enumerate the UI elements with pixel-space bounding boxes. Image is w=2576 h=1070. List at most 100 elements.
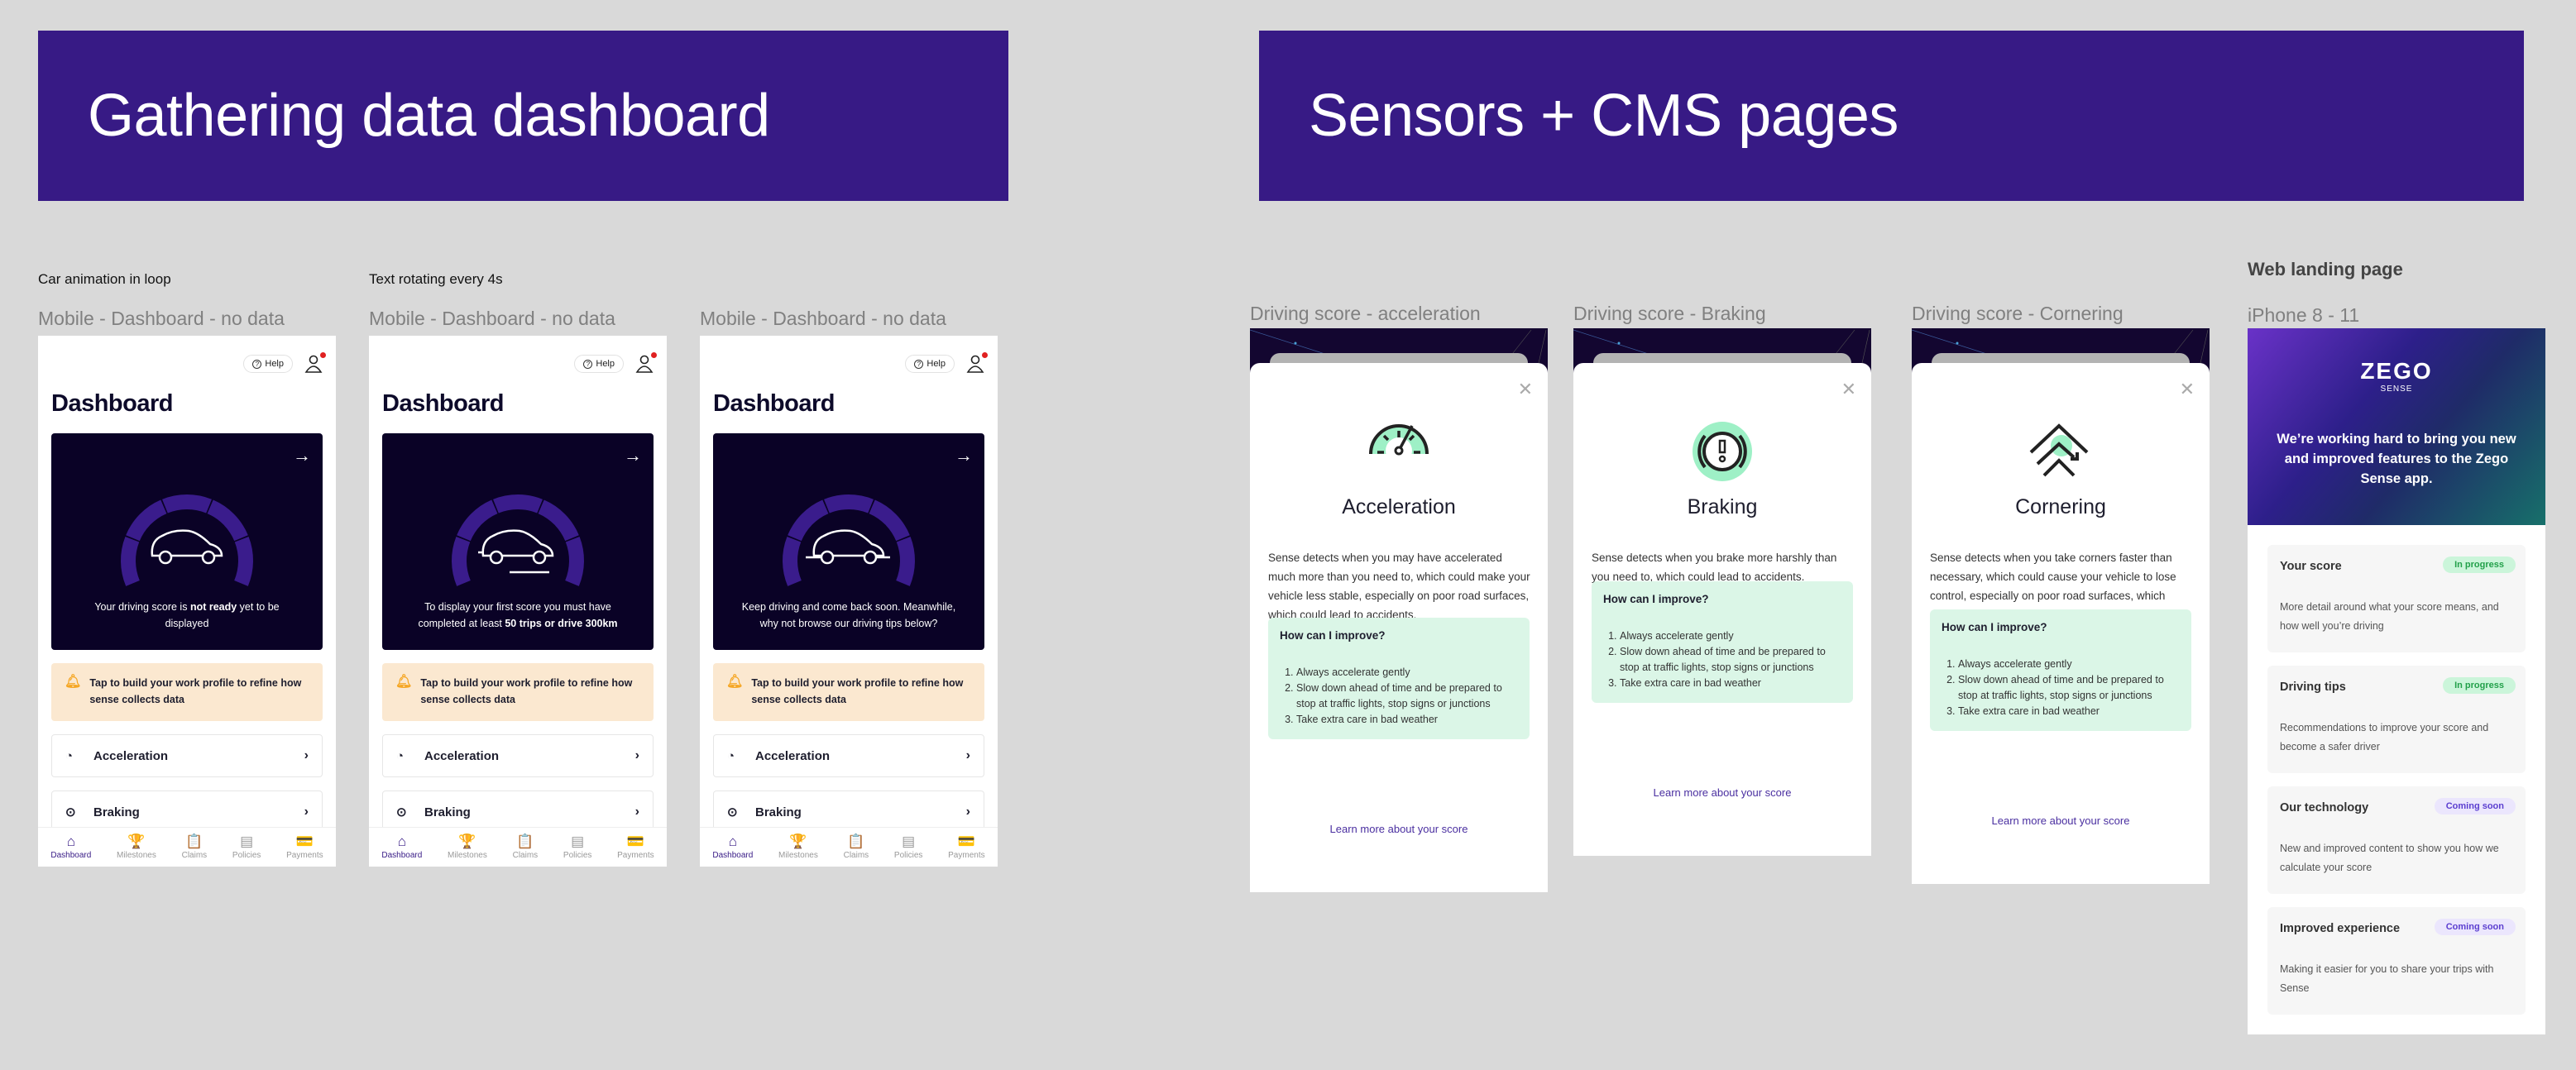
score-msg-text: Keep driving and come back soon. Meanwhi… [741, 601, 956, 629]
profile-button[interactable] [304, 352, 326, 374]
trophy-icon: 🏆 [789, 834, 807, 849]
gauge-segment [457, 499, 498, 542]
help-button[interactable]: ? Help [574, 355, 624, 373]
gauge-segment [452, 536, 471, 586]
tip-item: Always accelerate gently [1958, 657, 2180, 672]
tab-payments[interactable]: 💳 Payments [948, 834, 984, 861]
page-title: Dashboard [713, 390, 835, 417]
chevron-right-icon: › [634, 805, 639, 819]
close-icon[interactable]: ✕ [1841, 380, 1856, 399]
improve-title: How can I improve? [1942, 621, 2047, 633]
tab-policies[interactable]: ▤ Policies [232, 834, 261, 861]
improve-box: How can I improve? Always accelerate gen… [1930, 609, 2191, 731]
close-icon[interactable]: ✕ [1518, 380, 1533, 399]
work-profile-alert[interactable]: 🔔︎ Tap to build your work profile to refi… [713, 663, 984, 721]
feature-description: Recommendations to improve your score an… [2280, 722, 2489, 752]
dashboard-phone: ? Help Dashboard → Keep driving and come … [700, 336, 998, 867]
learn-more-link[interactable]: Learn more about your score [1250, 823, 1548, 835]
score-modal-frame: ✕ Braking Sense detects when you brake m… [1573, 328, 1871, 856]
gauge-segment [162, 494, 212, 514]
tip-item: Always accelerate gently [1296, 665, 1518, 681]
help-button[interactable]: ? Help [243, 355, 293, 373]
driving-score-card[interactable]: → Your driving score is not ready yet to… [51, 433, 323, 650]
tab-milestones[interactable]: 🏆 Milestones [448, 834, 487, 861]
gauge-segment [565, 536, 584, 586]
row-acceleration[interactable]: ◔ Acceleration › [382, 734, 654, 777]
score-msg-bold: 50 trips or drive 300km [505, 618, 618, 629]
tab-label: Dashboard [50, 851, 92, 860]
profile-button[interactable] [966, 352, 988, 374]
profile-button[interactable] [635, 352, 657, 374]
frame-label: Driving score - Braking [1573, 303, 1766, 324]
learn-more-link[interactable]: Learn more about your score [1912, 814, 2210, 827]
bell-icon: 🔔︎ [726, 675, 744, 689]
bell-icon: 🔔︎ [65, 675, 82, 689]
tab-dashboard[interactable]: ⌂ Dashboard [381, 834, 422, 861]
close-icon[interactable]: ✕ [2180, 380, 2195, 399]
logo-sub: SENSE [2380, 385, 2413, 394]
help-button[interactable]: ? Help [905, 355, 955, 373]
modal-description: Sense detects when you may have accelera… [1268, 552, 1530, 621]
help-label: Help [596, 359, 615, 369]
improve-box: How can I improve? Always accelerate gen… [1268, 618, 1530, 739]
policies-icon: ▤ [240, 834, 254, 849]
driving-score-card[interactable]: → To display your first score you must h… [382, 433, 654, 650]
tab-milestones[interactable]: 🏆 Milestones [778, 834, 818, 861]
work-profile-alert[interactable]: 🔔︎ Tap to build your work profile to refi… [382, 663, 654, 721]
tab-claims[interactable]: 📋 Claims [181, 834, 208, 861]
row-label: Braking [424, 805, 471, 819]
score-message: Your driving score is not ready yet to b… [51, 599, 323, 632]
dashboard-phone: ? Help Dashboard → Your driving score is … [38, 336, 336, 867]
frame-label: Driving score - acceleration [1250, 303, 1481, 324]
section-label: Web landing page [2248, 259, 2403, 279]
arrow-right-icon[interactable]: → [624, 445, 642, 466]
help-label: Help [265, 359, 284, 369]
row-acceleration[interactable]: ◔ Acceleration › [713, 734, 984, 777]
improve-box: How can I improve? Always accelerate gen… [1592, 581, 1853, 703]
speedometer-icon: ◔ [727, 748, 735, 763]
tips-list: Always accelerate gentlySlow down ahead … [1942, 657, 2180, 719]
tab-milestones[interactable]: 🏆 Milestones [117, 834, 156, 861]
gauge-segment [234, 536, 253, 586]
tips-list: Always accelerate gentlySlow down ahead … [1603, 628, 1841, 691]
page-title: Dashboard [382, 390, 504, 417]
status-badge: Coming soon [2434, 919, 2516, 935]
tip-item: Take extra care in bad weather [1958, 704, 2180, 719]
tab-payments[interactable]: 💳 Payments [617, 834, 654, 861]
tab-payments[interactable]: 💳 Payments [286, 834, 323, 861]
tab-label: Milestones [448, 851, 487, 860]
row-label: Acceleration [424, 748, 500, 763]
tab-claims[interactable]: 📋 Claims [513, 834, 539, 861]
tab-claims[interactable]: 📋 Claims [844, 834, 869, 861]
arrow-right-icon[interactable]: → [293, 445, 311, 466]
help-label: Help [926, 359, 946, 369]
car-icon [481, 529, 554, 565]
hero-tagline: We’re working hard to bring you new and … [2277, 432, 2516, 486]
arrow-right-icon[interactable]: → [955, 445, 973, 466]
tab-dashboard[interactable]: ⌂ Dashboard [50, 834, 92, 861]
tab-label: Dashboard [712, 851, 754, 860]
section-banner-sensors: Sensors + CMS pages [1259, 31, 2524, 201]
driving-score-card[interactable]: → Keep driving and come back soon. Meanw… [713, 433, 984, 650]
learn-more-link[interactable]: Learn more about your score [1573, 786, 1871, 799]
trophy-icon: 🏆 [458, 834, 476, 849]
payments-icon: 💳 [957, 834, 975, 849]
tips-list: Always accelerate gentlySlow down ahead … [1280, 665, 1518, 728]
annotation-note: Text rotating every 4s [369, 271, 503, 287]
tab-policies[interactable]: ▤ Policies [894, 834, 922, 861]
feature-description: Making it easier for you to share your t… [2280, 963, 2494, 994]
tab-dashboard[interactable]: ⌂ Dashboard [712, 834, 754, 861]
modal-title: Acceleration [1342, 495, 1456, 518]
chevron-right-icon: › [965, 805, 970, 819]
tab-label: Claims [181, 851, 208, 860]
row-acceleration[interactable]: ◔ Acceleration › [51, 734, 323, 777]
frame-label: Driving score - Cornering [1912, 303, 2124, 324]
trophy-icon: 🏆 [127, 834, 146, 849]
frame-label: Mobile - Dashboard - no data [38, 308, 285, 329]
alert-text: Tap to build your work profile to refine… [751, 677, 964, 705]
cornering-icon [1912, 421, 2210, 479]
feature-card: Driving tips In progress Recommendations… [2267, 666, 2526, 773]
tab-policies[interactable]: ▤ Policies [563, 834, 591, 861]
work-profile-alert[interactable]: 🔔︎ Tap to build your work profile to refi… [51, 663, 323, 721]
gauge-segment [896, 536, 915, 586]
